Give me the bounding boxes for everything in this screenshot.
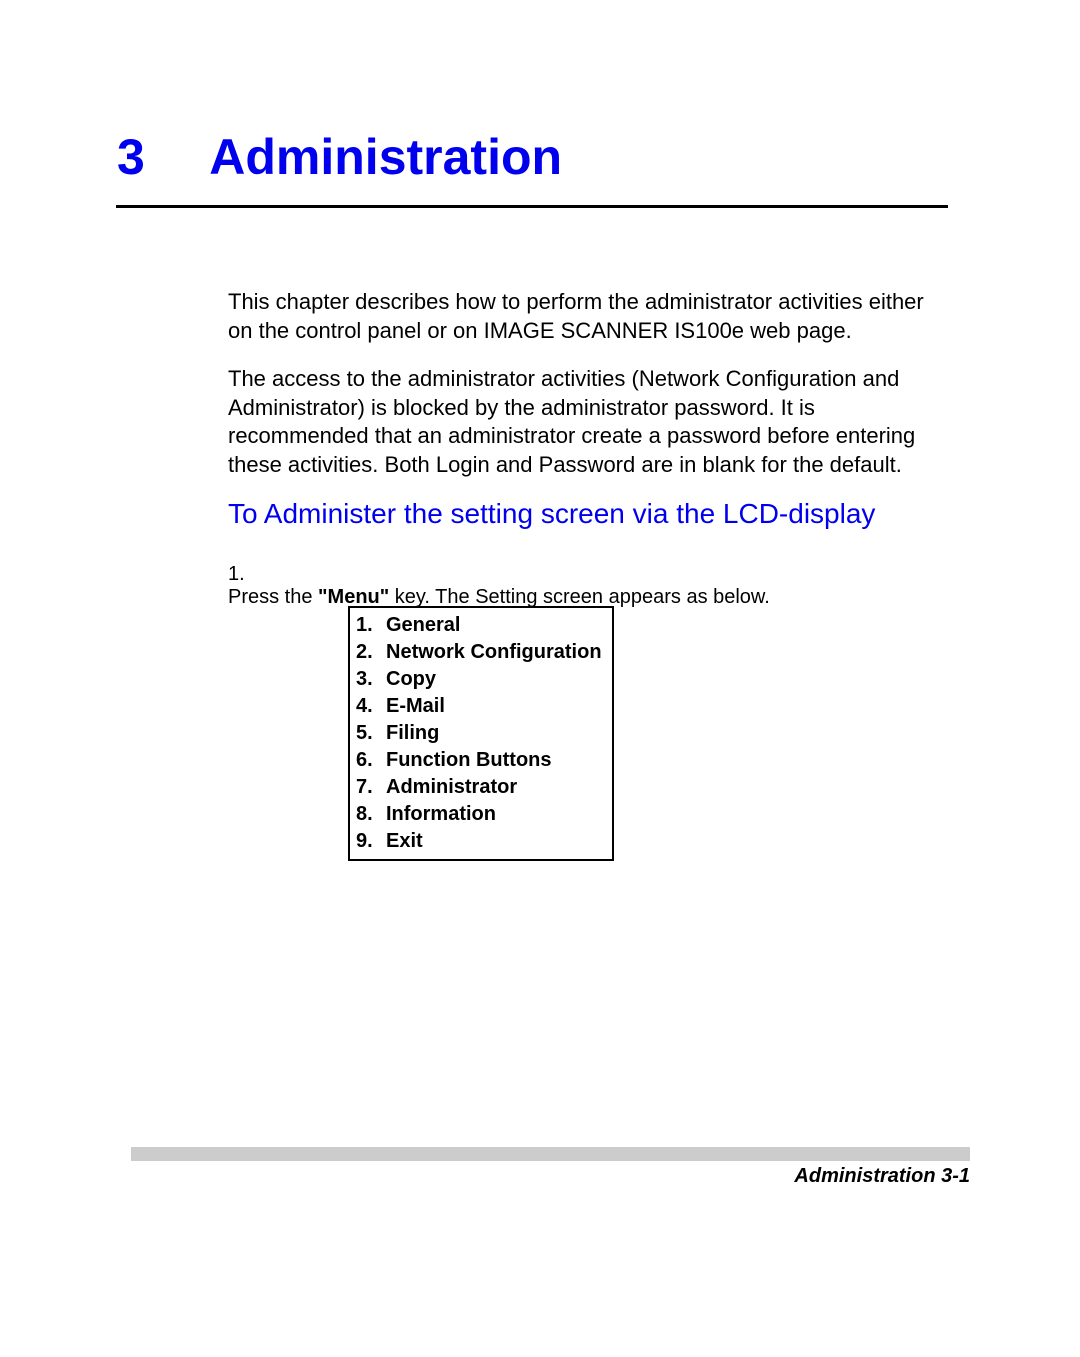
lcd-menu-num: 8. <box>356 801 386 828</box>
lcd-menu-item: 5.Filing <box>356 720 602 747</box>
step-text-before: Press the <box>228 586 318 608</box>
step-list: 1. Press the "Menu" key. The Setting scr… <box>228 563 948 609</box>
intro-paragraph-2: The access to the administrator activiti… <box>228 365 948 479</box>
lcd-menu-num: 2. <box>356 639 386 666</box>
lcd-menu-label: Administrator <box>386 776 517 798</box>
lcd-menu-label: E-Mail <box>386 695 445 717</box>
lcd-menu-label: Copy <box>386 668 436 690</box>
heading-rule <box>116 205 948 208</box>
step-text-after: key. The Setting screen appears as below… <box>389 586 770 608</box>
footer-bar <box>131 1147 970 1161</box>
lcd-menu-num: 6. <box>356 747 386 774</box>
lcd-menu-num: 5. <box>356 720 386 747</box>
step-number: 1. <box>228 563 280 586</box>
chapter-title: Administration <box>209 128 562 186</box>
chapter-number: 3 <box>117 128 145 186</box>
lcd-menu-num: 7. <box>356 774 386 801</box>
lcd-menu-label: Information <box>386 803 496 825</box>
lcd-menu-num: 4. <box>356 693 386 720</box>
lcd-menu-item: 2.Network Configuration <box>356 639 602 666</box>
lcd-menu-num: 3. <box>356 666 386 693</box>
footer-text: Administration 3-1 <box>794 1165 970 1188</box>
lcd-menu-item: 7.Administrator <box>356 774 602 801</box>
lcd-menu-item: 1.General <box>356 612 602 639</box>
lcd-menu-item: 3.Copy <box>356 666 602 693</box>
lcd-menu-num: 9. <box>356 828 386 855</box>
lcd-menu-label: Filing <box>386 722 439 744</box>
lcd-menu-item: 8.Information <box>356 801 602 828</box>
lcd-menu-label: Function Buttons <box>386 749 552 771</box>
chapter-heading: 3 Administration <box>117 128 948 186</box>
lcd-menu-label: Network Configuration <box>386 641 602 663</box>
lcd-menu-num: 1. <box>356 612 386 639</box>
lcd-menu-item: 4.E-Mail <box>356 693 602 720</box>
step-text-bold: "Menu" <box>318 586 389 608</box>
section-title: To Administer the setting screen via the… <box>228 498 948 530</box>
lcd-menu-item: 9.Exit <box>356 828 602 855</box>
lcd-menu-label: General <box>386 614 460 636</box>
lcd-menu-item: 6.Function Buttons <box>356 747 602 774</box>
lcd-menu-label: Exit <box>386 830 423 852</box>
intro-paragraph-1: This chapter describes how to perform th… <box>228 288 948 345</box>
lcd-menu-box: 1.General 2.Network Configuration 3.Copy… <box>348 606 614 861</box>
